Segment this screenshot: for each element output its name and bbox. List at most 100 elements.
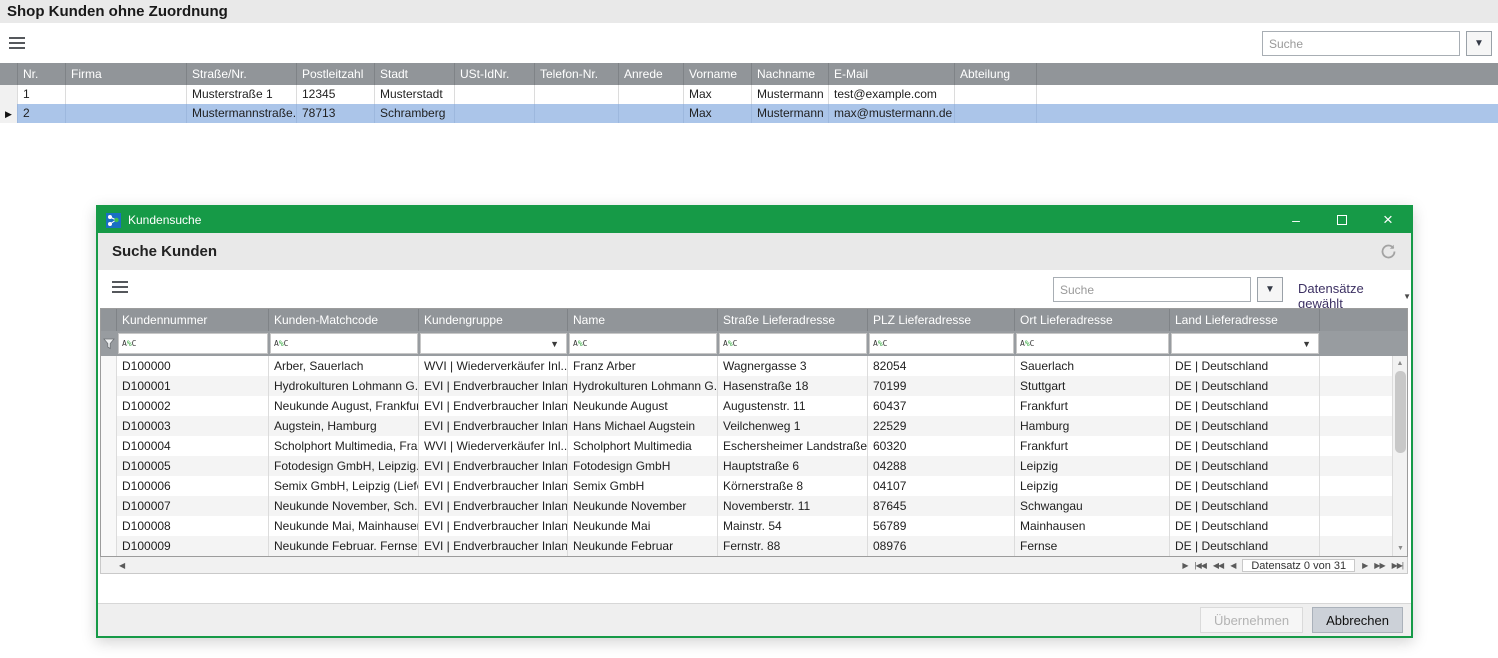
- cell-strasse-lieferadresse[interactable]: Hasenstraße 18: [718, 376, 868, 396]
- cell-matchcode[interactable]: Fotodesign GmbH, Leipzig...: [269, 456, 419, 476]
- nav-next-icon[interactable]: ▶: [1362, 561, 1367, 570]
- cell-strasse-lieferadresse[interactable]: Novemberstr. 11: [718, 496, 868, 516]
- column-header[interactable]: Kunden-Matchcode: [269, 309, 419, 331]
- close-button[interactable]: ×: [1373, 207, 1403, 233]
- cell-ort-lieferadresse[interactable]: Hamburg: [1015, 416, 1170, 436]
- cell-kundengruppe[interactable]: EVI | Endverbraucher Inland: [419, 416, 568, 436]
- cell-land-lieferadresse[interactable]: DE | Deutschland: [1170, 416, 1320, 436]
- column-header[interactable]: Land Lieferadresse: [1170, 309, 1320, 331]
- cell-land-lieferadresse[interactable]: DE | Deutschland: [1170, 356, 1320, 376]
- column-header[interactable]: Anrede: [619, 63, 684, 85]
- table-row[interactable]: 1 Musterstraße 1 12345 Musterstadt Max M…: [0, 85, 1498, 104]
- filter-input-ort[interactable]: [1034, 335, 1165, 352]
- cell-nachname[interactable]: Mustermann: [752, 104, 829, 123]
- column-header[interactable]: Telefon-Nr.: [535, 63, 619, 85]
- records-selected-dropdown[interactable]: Datensätze gewählt ▼: [1298, 281, 1411, 311]
- cell-strasse[interactable]: Musterstraße 1: [187, 85, 297, 104]
- cell-name[interactable]: Franz Arber: [568, 356, 718, 376]
- cell-ort-lieferadresse[interactable]: Frankfurt: [1015, 396, 1170, 416]
- customer-row[interactable]: D100003 Augstein, Hamburg EVI | Endverbr…: [101, 416, 1407, 436]
- combo-dropdown-icon[interactable]: ▼: [1298, 339, 1315, 349]
- cell-ustid[interactable]: [455, 104, 535, 123]
- cell-land-lieferadresse[interactable]: DE | Deutschland: [1170, 396, 1320, 416]
- cell-kundengruppe[interactable]: EVI | Endverbraucher Inland: [419, 516, 568, 536]
- cell-kundennummer[interactable]: D100006: [117, 476, 269, 496]
- cell-name[interactable]: Fotodesign GmbH: [568, 456, 718, 476]
- cell-vorname[interactable]: Max: [684, 85, 752, 104]
- table-row[interactable]: 2 Mustermannstraße... 78713 Schramberg M…: [0, 104, 1498, 123]
- cell-nr[interactable]: 2: [18, 104, 66, 123]
- cell-matchcode[interactable]: Neukunde Februar. Fernse: [269, 536, 419, 556]
- column-header[interactable]: Vorname: [684, 63, 752, 85]
- vertical-scrollbar[interactable]: ▲ ▼: [1392, 356, 1407, 556]
- cell-ort-lieferadresse[interactable]: Frankfurt: [1015, 436, 1170, 456]
- cell-strasse-lieferadresse[interactable]: Wagnergasse 3: [718, 356, 868, 376]
- scroll-up-icon[interactable]: ▲: [1393, 356, 1407, 371]
- cell-matchcode[interactable]: Neukunde August, Frankfurt: [269, 396, 419, 416]
- cell-kundengruppe[interactable]: EVI | Endverbraucher Inland: [419, 376, 568, 396]
- main-menu-icon[interactable]: [9, 37, 25, 49]
- cell-stadt[interactable]: Musterstadt: [375, 85, 455, 104]
- cell-firma[interactable]: [66, 85, 187, 104]
- column-header[interactable]: Straße/Nr.: [187, 63, 297, 85]
- customer-row[interactable]: D100001 Hydrokulturen Lohmann G... EVI |…: [101, 376, 1407, 396]
- cell-email[interactable]: max@mustermann.de: [829, 104, 955, 123]
- cell-plz-lieferadresse[interactable]: 87645: [868, 496, 1015, 516]
- customer-row[interactable]: D100002 Neukunde August, Frankfurt EVI |…: [101, 396, 1407, 416]
- cell-abteilung[interactable]: [955, 85, 1037, 104]
- customer-row[interactable]: D100009 Neukunde Februar. Fernse EVI | E…: [101, 536, 1407, 556]
- column-header[interactable]: Kundengruppe: [419, 309, 568, 331]
- column-header[interactable]: Kundennummer: [117, 309, 269, 331]
- column-header[interactable]: USt-IdNr.: [455, 63, 535, 85]
- cell-plz[interactable]: 12345: [297, 85, 375, 104]
- cell-nachname[interactable]: Mustermann: [752, 85, 829, 104]
- cell-kundennummer[interactable]: D100004: [117, 436, 269, 456]
- cell-strasse-lieferadresse[interactable]: Eschersheimer Landstraße...: [718, 436, 868, 456]
- dialog-menu-icon[interactable]: [112, 281, 128, 293]
- column-header[interactable]: Straße Lieferadresse: [718, 309, 868, 331]
- cell-land-lieferadresse[interactable]: DE | Deutschland: [1170, 496, 1320, 516]
- cell-land-lieferadresse[interactable]: DE | Deutschland: [1170, 516, 1320, 536]
- column-header[interactable]: Name: [568, 309, 718, 331]
- customer-row[interactable]: D100007 Neukunde November, Sch... EVI | …: [101, 496, 1407, 516]
- cell-kundennummer[interactable]: D100005: [117, 456, 269, 476]
- scrollbar-thumb[interactable]: [1395, 371, 1406, 453]
- cell-plz-lieferadresse[interactable]: 04288: [868, 456, 1015, 476]
- column-header[interactable]: PLZ Lieferadresse: [868, 309, 1015, 331]
- nav-next-fast-icon[interactable]: ▶▶: [1374, 561, 1384, 570]
- minimize-button[interactable]: –: [1281, 207, 1311, 233]
- cell-strasse-lieferadresse[interactable]: Fernstr. 88: [718, 536, 868, 556]
- scroll-down-icon[interactable]: ▼: [1393, 541, 1408, 556]
- cell-firma[interactable]: [66, 104, 187, 123]
- cell-land-lieferadresse[interactable]: DE | Deutschland: [1170, 456, 1320, 476]
- cell-matchcode[interactable]: Neukunde Mai, Mainhausen: [269, 516, 419, 536]
- cell-kundennummer[interactable]: D100008: [117, 516, 269, 536]
- cell-kundengruppe[interactable]: EVI | Endverbraucher Inland: [419, 476, 568, 496]
- column-header[interactable]: Stadt: [375, 63, 455, 85]
- nav-prev-icon[interactable]: ◀: [1230, 561, 1235, 570]
- cell-email[interactable]: test@example.com: [829, 85, 955, 104]
- filter-input-strasse[interactable]: [737, 335, 863, 352]
- cell-kundennummer[interactable]: D100002: [117, 396, 269, 416]
- refresh-button[interactable]: [1380, 243, 1397, 260]
- filter-input-kundennummer[interactable]: [136, 335, 264, 352]
- cell-ort-lieferadresse[interactable]: Schwangau: [1015, 496, 1170, 516]
- cell-ort-lieferadresse[interactable]: Leipzig: [1015, 456, 1170, 476]
- filter-select-land[interactable]: [1175, 335, 1298, 352]
- cell-plz[interactable]: 78713: [297, 104, 375, 123]
- scroll-left-icon[interactable]: ◀: [119, 561, 124, 570]
- scroll-right-icon[interactable]: ▶: [1182, 561, 1187, 570]
- column-header[interactable]: Ort Lieferadresse: [1015, 309, 1170, 331]
- cell-name[interactable]: Neukunde November: [568, 496, 718, 516]
- customer-row[interactable]: D100004 Scholphort Multimedia, Fra... WV…: [101, 436, 1407, 456]
- customer-row[interactable]: D100000 Arber, Sauerlach WVI | Wiederver…: [101, 356, 1407, 376]
- column-header[interactable]: Nr.: [18, 63, 66, 85]
- cell-plz-lieferadresse[interactable]: 60437: [868, 396, 1015, 416]
- filter-input-matchcode[interactable]: [288, 335, 414, 352]
- cell-strasse-lieferadresse[interactable]: Mainstr. 54: [718, 516, 868, 536]
- cell-plz-lieferadresse[interactable]: 60320: [868, 436, 1015, 456]
- cell-kundennummer[interactable]: D100001: [117, 376, 269, 396]
- filter-indicator-cell[interactable]: [101, 331, 117, 356]
- customer-row[interactable]: D100008 Neukunde Mai, Mainhausen EVI | E…: [101, 516, 1407, 536]
- cell-name[interactable]: Neukunde August: [568, 396, 718, 416]
